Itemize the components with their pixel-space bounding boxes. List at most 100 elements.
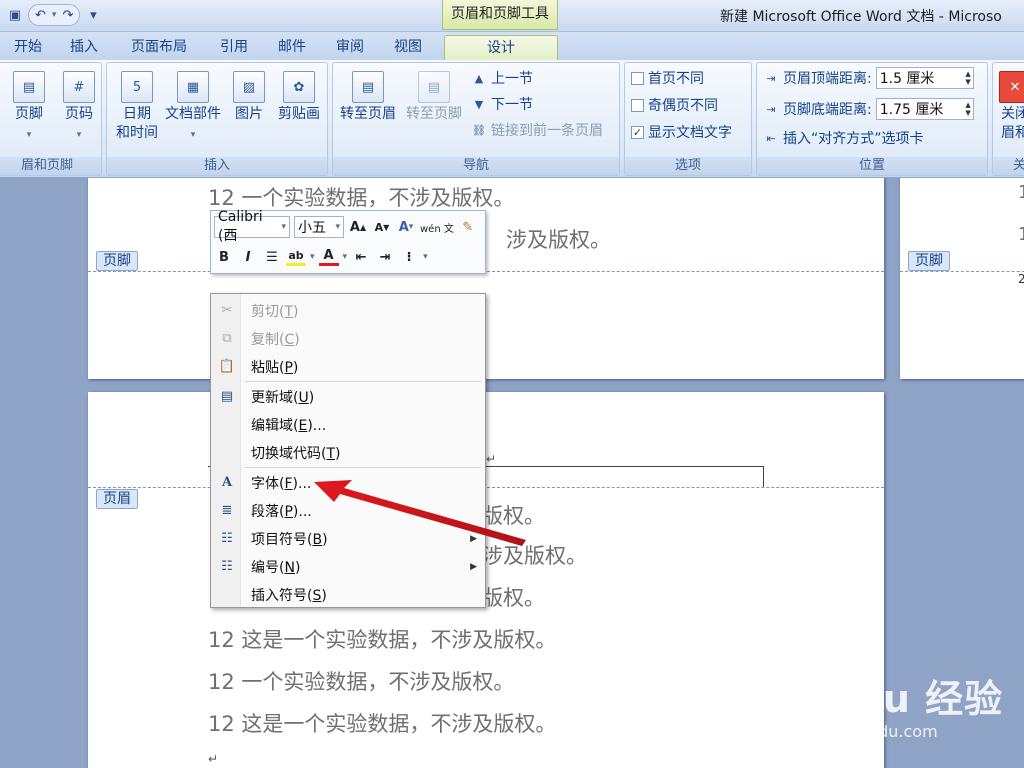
styles-icon: A <box>398 219 409 235</box>
date-time-button[interactable]: 5 日期 和时间 <box>109 67 165 143</box>
font-color-dropdown-icon[interactable]: ▾ <box>343 252 348 262</box>
tab-mailings[interactable]: 邮件 <box>272 35 312 60</box>
bullets-dropdown-icon[interactable]: ▾ <box>423 252 428 262</box>
styles-button[interactable]: A ▾ <box>396 216 416 238</box>
menu-item-insert-symbol[interactable]: 插入符号(S) <box>213 581 485 608</box>
grow-font-icon: A <box>349 219 360 235</box>
show-document-text-label: 显示文档文字 <box>648 125 732 141</box>
doc-text-line: 12 一个实验数据，不涉及版权。 <box>208 186 515 210</box>
page-bottom[interactable]: ↵ 页眉 版权。 涉及版权。 版权。 12 这是一个实验数据，不涉及版权。 12… <box>88 392 884 768</box>
header-top-distance-input[interactable]: 1.5 厘米 ▲ ▼ <box>875 67 974 89</box>
footer-boundary <box>900 271 1024 272</box>
date-time-label-2: 和时间 <box>116 125 158 141</box>
tab-references[interactable]: 引用 <box>214 35 254 60</box>
highlight-dropdown-icon[interactable]: ▾ <box>310 252 315 262</box>
format-painter-icon[interactable]: ✎ <box>458 216 478 238</box>
page-right[interactable]: 页脚 1 1 2 <box>900 178 1024 379</box>
doc-parts-label: 文档部件 <box>165 106 221 122</box>
decrease-indent-icon[interactable]: ⇤ <box>351 246 371 268</box>
group-label-insert: 插入 <box>107 157 327 175</box>
menu-item-paste[interactable]: 📋 粘贴(P) <box>213 353 485 380</box>
footer-bottom-distance-input[interactable]: 1.75 厘米 ▲ ▼ <box>875 98 974 120</box>
footer-bottom-distance-label: 页脚底端距离: <box>783 102 872 118</box>
menu-item-label: 复制 <box>251 331 279 348</box>
close-header-footer-button[interactable]: ✕ 关闭 眉和 <box>995 67 1024 143</box>
tab-review[interactable]: 审阅 <box>330 35 370 60</box>
shrink-font-button[interactable]: A ▼ <box>372 216 392 238</box>
previous-section-button[interactable]: ▲ 上一节 <box>471 67 533 89</box>
clipart-button[interactable]: ✿ 剪贴画 <box>271 67 327 124</box>
menu-item-toggle-field-codes[interactable]: 切换域代码(T) <box>213 439 485 466</box>
increase-indent-icon[interactable]: ⇥ <box>375 246 395 268</box>
undo-icon[interactable]: ↶ <box>35 8 46 23</box>
menu-item-update-field[interactable]: ▤ 更新域(U) <box>213 383 485 410</box>
show-document-text-box[interactable]: ✓ <box>631 125 644 139</box>
page-number-label: 页码 <box>65 106 93 122</box>
different-odd-even-checkbox[interactable]: 奇偶页不同 <box>631 94 718 116</box>
footer-button[interactable]: ▤ 页脚 ▾ <box>1 67 57 145</box>
doc-parts-button[interactable]: ▦ 文档部件 ▾ <box>159 67 227 145</box>
ribbon-tabs: 开始 插入 页面布局 引用 邮件 审阅 视图 设计 <box>0 32 1024 60</box>
menu-item-label: 段落 <box>251 503 279 520</box>
chevron-down-icon: ▾ <box>335 222 340 232</box>
center-align-icon[interactable]: ☰ <box>262 246 282 268</box>
italic-button[interactable]: I <box>238 246 258 268</box>
insert-alignment-tab-button[interactable]: ⇤ 插入“对齐方式”选项卡 <box>763 127 923 149</box>
different-first-page-checkbox[interactable]: 首页不同 <box>631 67 704 89</box>
footer-tag: 页脚 <box>96 251 138 271</box>
group-navigation: ▤ 转至页眉 ▤ 转至页脚 ▲ 上一节 ▼ 下一节 ⛓ 链接到前一条页眉 导航 <box>332 62 620 176</box>
menu-item-numbering[interactable]: ☷ 编号(N) ▶ <box>213 553 485 580</box>
goto-header-button[interactable]: ▤ 转至页眉 <box>335 67 401 124</box>
tab-home[interactable]: 开始 <box>8 35 48 60</box>
footer-dropdown-icon: ▾ <box>26 130 32 140</box>
submenu-arrow-icon: ▶ <box>470 561 477 572</box>
grow-font-button[interactable]: A ▲ <box>348 216 368 238</box>
window-title: 新建 Microsoft Office Word 文档 - Microso <box>720 9 1002 25</box>
goto-header-label: 转至页眉 <box>340 106 396 122</box>
menu-item-edit-field[interactable]: 编辑域(E)... <box>213 411 485 438</box>
italic-icon: I <box>245 249 251 265</box>
redo-icon[interactable]: ↷ <box>62 8 73 23</box>
different-first-page-label: 首页不同 <box>648 71 704 87</box>
goto-footer-button[interactable]: ▤ 转至页脚 <box>401 67 467 124</box>
link-to-previous-button[interactable]: ⛓ 链接到前一条页眉 <box>471 119 603 141</box>
footer-icon: ▤ <box>13 71 45 103</box>
highlight-icon: ab <box>288 249 304 262</box>
font-size-value: 小五 <box>298 220 326 236</box>
tab-view[interactable]: 视图 <box>388 35 428 60</box>
different-first-page-box[interactable] <box>631 71 644 85</box>
show-document-text-checkbox[interactable]: ✓ 显示文档文字 <box>631 121 732 143</box>
font-name-select[interactable]: Calibri (西 ▾ <box>214 209 290 244</box>
next-section-button[interactable]: ▼ 下一节 <box>471 93 533 115</box>
undo-dropdown-icon[interactable]: ▾ <box>52 10 57 20</box>
customize-qat-icon[interactable]: ▾ <box>82 4 104 26</box>
page-number-button[interactable]: # 页码 ▾ <box>51 67 107 145</box>
spin-arrows-icon[interactable]: ▲ ▼ <box>965 70 970 86</box>
picture-button[interactable]: ▨ 图片 <box>221 67 277 124</box>
menu-item-label: 粘贴 <box>251 359 279 376</box>
spin-arrows-icon[interactable]: ▲ ▼ <box>965 101 970 117</box>
save-icon[interactable]: ▣ <box>4 4 26 26</box>
context-tab-title: 页眉和页脚工具 <box>442 0 558 30</box>
highlight-button[interactable]: ab <box>286 248 306 266</box>
bold-icon: B <box>219 249 229 265</box>
close-label-2: 眉和 <box>1001 125 1024 141</box>
page-number-dropdown-icon: ▾ <box>76 130 82 140</box>
tab-insert[interactable]: 插入 <box>64 35 104 60</box>
font-size-select[interactable]: 小五 ▾ <box>294 216 344 238</box>
tab-design[interactable]: 设计 <box>444 35 558 60</box>
font-color-button[interactable]: A <box>318 248 339 266</box>
bullets-icon[interactable]: ⁝ <box>399 246 419 268</box>
phonetic-guide-button[interactable]: wén 文 <box>420 216 454 238</box>
page-top[interactable]: 12 一个实验数据，不涉及版权。 涉及版权。 页脚 <box>88 178 884 379</box>
different-odd-even-box[interactable] <box>631 98 644 112</box>
doc-parts-dropdown-icon: ▾ <box>190 130 196 140</box>
menu-item-copy[interactable]: ⧉ 复制(C) <box>213 325 485 352</box>
numbering-icon: ☷ <box>221 559 233 574</box>
tab-page-layout[interactable]: 页面布局 <box>126 35 192 60</box>
copy-icon: ⧉ <box>222 331 232 346</box>
close-icon: ✕ <box>999 71 1024 103</box>
next-section-label: 下一节 <box>491 97 533 113</box>
bold-button[interactable]: B <box>214 246 234 268</box>
menu-item-cut[interactable]: ✂ 剪切(T) <box>213 297 485 324</box>
